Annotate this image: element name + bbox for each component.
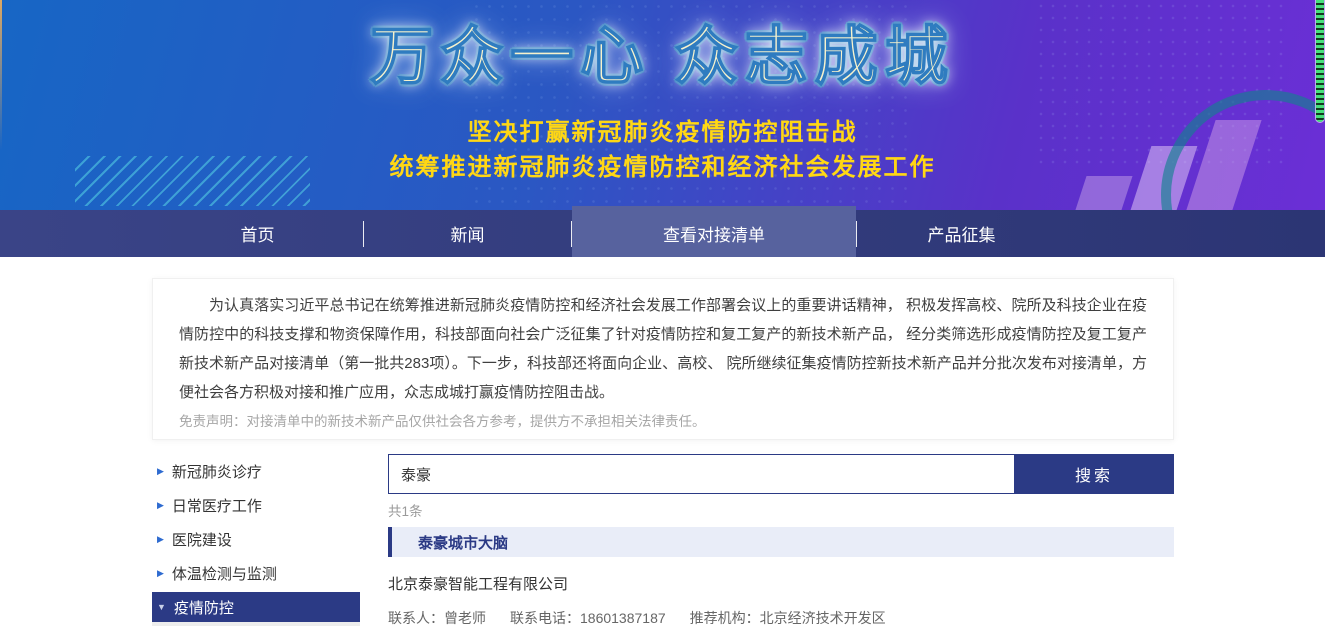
- category-sidebar: ▶ 新冠肺炎诊疗 ▶ 日常医疗工作 ▶ 医院建设 ▶ 体温检测与监测 ▼ 疫情防…: [152, 454, 360, 626]
- main-nav: 首页 新闻 查看对接清单 产品征集: [0, 210, 1325, 257]
- sidebar-item-epidemic-prevention[interactable]: ▼ 疫情防控: [152, 592, 360, 622]
- nav-item-home[interactable]: 首页: [152, 210, 363, 257]
- hero-banner: 万众一心 众志成城 坚决打赢新冠肺炎疫情防控阻击战 统筹推进新冠肺炎疫情防控和经…: [0, 0, 1325, 210]
- sidebar-item-temperature-monitoring[interactable]: ▶ 体温检测与监测: [152, 556, 360, 590]
- nav-item-news[interactable]: 新闻: [364, 210, 571, 257]
- results-column: 搜索 共1条 泰豪城市大脑 北京泰豪智能工程有限公司 联系人：曾老师 联系电话：…: [388, 454, 1174, 626]
- sidebar-item-covid-diagnosis[interactable]: ▶ 新冠肺炎诊疗: [152, 454, 360, 488]
- sidebar-item-label: 体温检测与监测: [172, 563, 277, 584]
- result-contact-row: 联系人：曾老师 联系电话：18601387187 推荐机构：北京经济技术开发区: [388, 608, 1174, 626]
- sidebar-item-daily-medical[interactable]: ▶ 日常医疗工作: [152, 488, 360, 522]
- sidebar-item-label: 医院建设: [172, 529, 232, 550]
- sidebar-item-label: 新冠肺炎诊疗: [172, 461, 262, 482]
- nav-item-product-collection[interactable]: 产品征集: [857, 210, 1066, 257]
- banner-slogan-line2: 统筹推进新冠肺炎疫情防控和经济社会发展工作: [0, 147, 1325, 182]
- result-item-header[interactable]: 泰豪城市大脑: [388, 527, 1174, 557]
- search-button[interactable]: 搜索: [1014, 454, 1174, 494]
- arrow-down-icon: ▼: [157, 602, 166, 612]
- search-bar: 搜索: [388, 454, 1174, 494]
- sidebar-item-label: 疫情防控: [174, 597, 234, 618]
- result-recommend-org: 推荐机构：北京经济技术开发区: [690, 608, 886, 626]
- arrow-right-icon: ▶: [157, 500, 164, 511]
- intro-panel: 为认真落实习近平总书记在统筹推进新冠肺炎疫情防控和经济社会发展工作部署会议上的重…: [152, 278, 1174, 440]
- result-company: 北京泰豪智能工程有限公司: [388, 573, 1174, 594]
- sidebar-item-label: 日常医疗工作: [172, 495, 262, 516]
- banner-title: 万众一心 众志成城: [0, 6, 1325, 97]
- arrow-right-icon: ▶: [157, 534, 164, 545]
- result-contact-person: 联系人：曾老师: [388, 608, 486, 626]
- result-contact-phone: 联系电话：18601387187: [510, 608, 666, 626]
- arrow-right-icon: ▶: [157, 466, 164, 477]
- search-input[interactable]: [388, 454, 1014, 494]
- sidebar-submenu-strip: [152, 622, 360, 626]
- result-title: 泰豪城市大脑: [418, 532, 508, 553]
- content-row: ▶ 新冠肺炎诊疗 ▶ 日常医疗工作 ▶ 医院建设 ▶ 体温检测与监测 ▼ 疫情防…: [152, 454, 1174, 626]
- sidebar-item-hospital-construction[interactable]: ▶ 医院建设: [152, 522, 360, 556]
- result-count: 共1条: [388, 503, 1174, 521]
- disclaimer-text: 免责声明：对接清单中的新技术新产品仅供社会各方参考，提供方不承担相关法律责任。: [179, 411, 1147, 433]
- arrow-right-icon: ▶: [157, 568, 164, 579]
- banner-slogan-line1: 坚决打赢新冠肺炎疫情防控阻击战: [0, 112, 1325, 147]
- nav-item-matching-list[interactable]: 查看对接清单: [572, 206, 856, 257]
- intro-paragraph: 为认真落实习近平总书记在统筹推进新冠肺炎疫情防控和经济社会发展工作部署会议上的重…: [179, 291, 1147, 407]
